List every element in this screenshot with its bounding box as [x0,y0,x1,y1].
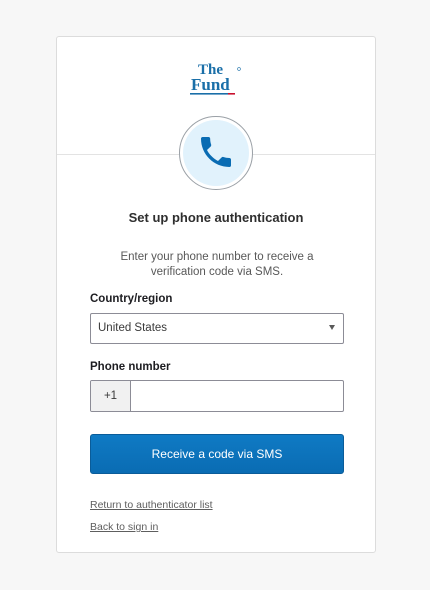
phone-number-input[interactable] [131,381,343,411]
phone-field-group: +1 [90,380,344,412]
phone-icon [201,137,231,167]
auth-card: The Fund Set up phone authentication Ent… [56,36,376,553]
country-select[interactable]: United States [90,313,344,344]
country-label: Country/region [90,293,173,305]
page-subtitle: Enter your phone number to receive a ver… [120,251,314,278]
caret-down-icon [329,325,335,330]
phone-label: Phone number [90,361,171,373]
factor-badge-inner [183,120,249,186]
return-to-authenticator-list-link[interactable]: Return to authenticator list [90,499,213,511]
logo-text-fund: Fund [191,75,230,94]
receive-sms-button[interactable]: Receive a code via SMS [90,434,344,474]
country-select-value: United States [98,322,168,334]
back-to-sign-in-link[interactable]: Back to sign in [90,521,158,533]
page-title: Set up phone authentication [128,210,304,225]
brand-logo: The Fund [188,59,244,97]
factor-badge [179,116,253,190]
phone-country-code: +1 [91,381,131,411]
